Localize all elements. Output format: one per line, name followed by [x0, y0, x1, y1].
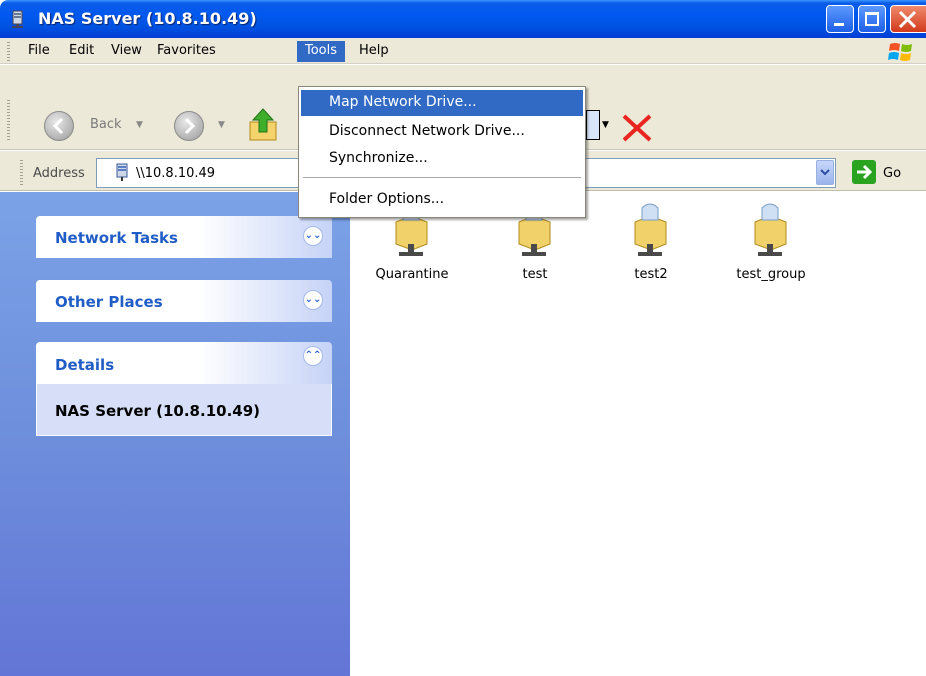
views-dropdown-icon[interactable]: ▼ [602, 120, 609, 130]
collapse-chevron-icon[interactable]: ⌃⌃ [303, 346, 323, 366]
forward-dropdown-icon[interactable]: ▼ [218, 120, 225, 130]
expand-chevron-icon[interactable]: ⌄⌄ [303, 290, 323, 310]
go-label[interactable]: Go [883, 166, 901, 181]
network-server-small-icon [116, 163, 128, 181]
forward-button[interactable]: ▼ [170, 110, 230, 142]
delete-x-icon[interactable] [618, 108, 656, 146]
menu-favorites[interactable]: Favorites [149, 41, 224, 62]
menu-tools[interactable]: Tools [297, 41, 346, 62]
minimize-icon [834, 23, 844, 26]
folder-label: test2 [634, 267, 668, 282]
shared-folder-icon [754, 203, 787, 256]
chevron-down-icon [820, 169, 830, 176]
close-icon [898, 10, 917, 29]
shared-folder-icon [634, 203, 667, 256]
menu-separator [303, 177, 581, 178]
tools-menu: Map Network Drive... Disconnect Network … [298, 86, 586, 218]
maximize-button[interactable] [858, 5, 886, 33]
forward-arrow-icon [174, 111, 204, 141]
panel-details-title[interactable]: Details [55, 356, 114, 374]
go-arrow-icon [857, 164, 873, 180]
back-button[interactable]: Back ▼ [40, 110, 148, 142]
toolbar-grip[interactable] [7, 100, 10, 140]
network-server-icon [12, 10, 23, 28]
panel-network-tasks-title[interactable]: Network Tasks [55, 229, 178, 247]
minimize-button[interactable] [826, 5, 854, 33]
folder-label: test_group [736, 267, 806, 282]
views-button[interactable] [586, 110, 600, 140]
address-value: \\10.8.10.49 [136, 166, 216, 181]
menu-view[interactable]: View [103, 41, 150, 62]
menu-item-map-network-drive[interactable]: Map Network Drive... [301, 90, 583, 116]
menu-edit[interactable]: Edit [61, 41, 102, 62]
menubar-grip[interactable] [7, 42, 10, 62]
menu-item-folder-options[interactable]: Folder Options... [301, 187, 583, 213]
window-title: NAS Server (10.8.10.49) [38, 9, 257, 28]
details-name: NAS Server (10.8.10.49) [55, 402, 260, 420]
back-label: Back [90, 117, 122, 132]
up-folder-icon[interactable] [246, 106, 284, 144]
menu-help[interactable]: Help [351, 41, 397, 62]
menu-item-synchronize[interactable]: Synchronize... [301, 146, 583, 172]
close-button[interactable] [890, 5, 926, 33]
expand-chevron-icon[interactable]: ⌄⌄ [303, 226, 323, 246]
menu-file[interactable]: File [20, 41, 58, 62]
windows-logo-icon [888, 43, 912, 61]
go-button[interactable] [852, 160, 876, 184]
address-label: Address [33, 166, 85, 181]
address-dropdown-button[interactable] [816, 160, 834, 185]
folder-label: test [522, 267, 548, 282]
back-arrow-icon [44, 111, 74, 141]
folder-item[interactable]: test2 [596, 200, 706, 290]
folder-label: Quarantine [375, 267, 449, 282]
folder-item[interactable]: test_group [716, 200, 826, 290]
addressbar-grip[interactable] [20, 160, 23, 186]
title-bar[interactable]: NAS Server (10.8.10.49) [0, 0, 926, 38]
menu-item-disconnect-network-drive[interactable]: Disconnect Network Drive... [301, 119, 583, 145]
panel-other-places-title[interactable]: Other Places [55, 293, 163, 311]
back-dropdown-icon[interactable]: ▼ [136, 120, 143, 130]
